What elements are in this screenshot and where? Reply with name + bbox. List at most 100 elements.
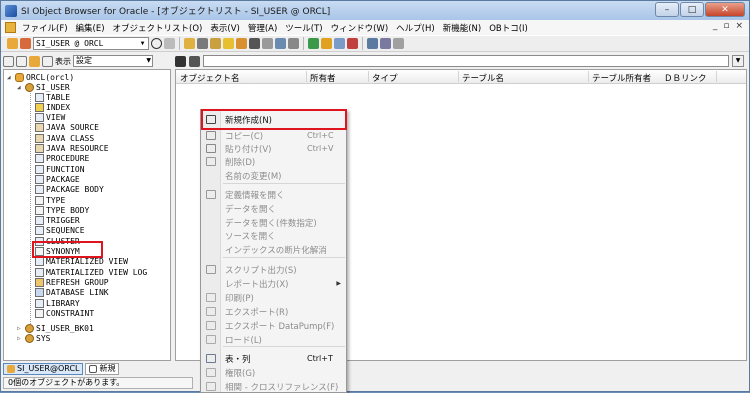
- stop-icon[interactable]: [164, 38, 175, 49]
- column-divider[interactable]: [458, 71, 459, 82]
- tree-item[interactable]: FUNCTION: [35, 164, 85, 174]
- tab-new[interactable]: 新規: [85, 362, 120, 375]
- tree-item[interactable]: LIBRARY: [35, 298, 80, 308]
- context-menu-item[interactable]: レポート出力(X) ▶: [201, 277, 347, 290]
- connection-select[interactable]: SI_USER @ ORCL ▼: [33, 37, 149, 50]
- tree-item[interactable]: JAVA SOURCE: [35, 123, 99, 133]
- connect-icon[interactable]: [7, 38, 18, 49]
- mdi-restore-button[interactable]: ▫: [723, 21, 729, 31]
- menu-help[interactable]: ヘルプ(H): [392, 22, 439, 34]
- context-menu-item[interactable]: 貼り付け(V) Ctrl+V: [201, 142, 347, 155]
- column-table-owner[interactable]: テーブル所有者: [592, 72, 651, 84]
- context-menu-item[interactable]: 表・列 Ctrl+T: [201, 352, 347, 365]
- context-menu-item[interactable]: ロード(L): [201, 333, 347, 346]
- tab-connection[interactable]: SI_USER@ORCL: [3, 362, 84, 375]
- binoculars-icon[interactable]: [175, 55, 186, 67]
- search-input[interactable]: [203, 55, 729, 67]
- search-icon[interactable]: [367, 38, 378, 49]
- refresh-icon[interactable]: [151, 38, 162, 49]
- close-button[interactable]: ✕: [705, 2, 745, 17]
- context-menu-item[interactable]: 定義情報を開く: [201, 188, 347, 201]
- tree-item[interactable]: PROCEDURE: [35, 154, 89, 164]
- tree-item[interactable]: PACKAGE BODY: [35, 185, 104, 195]
- view-select[interactable]: 設定 ▼: [73, 55, 153, 67]
- menu-window[interactable]: ウィンドウ(W): [327, 22, 393, 34]
- collapse-icon[interactable]: ◢: [17, 84, 25, 91]
- menu-new-features[interactable]: 新機能(N): [439, 22, 486, 34]
- menu-object-list[interactable]: オブジェクトリスト(O): [109, 22, 207, 34]
- tree-item[interactable]: JAVA RESOURCE: [35, 144, 109, 154]
- grid-icon[interactable]: [42, 55, 53, 67]
- context-menu-item[interactable]: エクスポート(R): [201, 305, 347, 318]
- compare-icon[interactable]: [334, 38, 345, 49]
- context-menu-item[interactable]: 名前の変更(M): [201, 169, 347, 182]
- column-object-name[interactable]: オブジェクト名: [180, 72, 240, 84]
- context-menu-item[interactable]: データを開く: [201, 202, 347, 215]
- chart-icon[interactable]: [308, 38, 319, 49]
- tree-item[interactable]: TRIGGER: [35, 216, 80, 226]
- menu-file[interactable]: ファイル(F): [18, 22, 72, 34]
- tablespace-icon[interactable]: [210, 38, 221, 49]
- tree-item[interactable]: TYPE BODY: [35, 205, 89, 215]
- tree-item[interactable]: CONSTRAINT: [35, 308, 94, 318]
- tree-item[interactable]: MATERIALIZED VIEW: [35, 257, 128, 267]
- role-icon[interactable]: [236, 38, 247, 49]
- expand-icon[interactable]: ▷: [17, 335, 25, 342]
- context-menu-item[interactable]: 権限(G): [201, 366, 347, 379]
- tree-user-other[interactable]: ▷ SYS: [17, 333, 50, 343]
- export-icon[interactable]: [288, 38, 299, 49]
- menu-manage[interactable]: 管理(A): [244, 22, 281, 34]
- column-table-name[interactable]: テーブル名: [462, 72, 504, 84]
- column-divider[interactable]: [588, 71, 589, 82]
- menu-edit[interactable]: 編集(E): [72, 22, 109, 34]
- report-icon[interactable]: [321, 38, 332, 49]
- user-icon[interactable]: [184, 38, 195, 49]
- expand-icon[interactable]: ▷: [17, 325, 25, 332]
- context-menu-item[interactable]: 相関 - クロスリファレンス(F): [201, 380, 347, 393]
- tree-item[interactable]: PACKAGE: [35, 174, 80, 184]
- monitor-icon[interactable]: [262, 38, 273, 49]
- menu-view[interactable]: 表示(V): [206, 22, 243, 34]
- tree-root[interactable]: ◢ ORCL(orcl): [7, 72, 74, 82]
- column-owner[interactable]: 所有者: [310, 72, 336, 84]
- context-menu-item[interactable]: データを開く(件数指定): [201, 216, 347, 229]
- session-icon[interactable]: [249, 38, 260, 49]
- tree-item[interactable]: TABLE: [35, 92, 70, 102]
- context-menu-item[interactable]: 削除(D): [201, 155, 347, 168]
- tree-item[interactable]: INDEX: [35, 102, 70, 112]
- context-menu-item[interactable]: ソースを開く: [201, 229, 347, 242]
- database-icon[interactable]: [197, 38, 208, 49]
- menu-tools[interactable]: ツール(T): [281, 22, 326, 34]
- context-menu-item[interactable]: エクスポート DataPump(F): [201, 319, 347, 332]
- context-menu-item[interactable]: スクリプト出力(S): [201, 263, 347, 276]
- column-divider[interactable]: [306, 71, 307, 82]
- tree-item[interactable]: DATABASE LINK: [35, 288, 109, 298]
- context-menu-item[interactable]: 印刷(P): [201, 291, 347, 304]
- object-filter-icon[interactable]: [29, 55, 40, 67]
- lock-icon[interactable]: [223, 38, 234, 49]
- tree-item[interactable]: TYPE: [35, 195, 65, 205]
- sql-icon[interactable]: [275, 38, 286, 49]
- search-dropdown-button[interactable]: ▼: [732, 55, 744, 67]
- column-divider[interactable]: [368, 71, 369, 82]
- tree-item[interactable]: MATERIALIZED VIEW LOG: [35, 267, 147, 277]
- tree-user[interactable]: ◢ SI_USER: [17, 82, 70, 92]
- column-type[interactable]: タイプ: [372, 72, 398, 84]
- tree-user-other[interactable]: ▷ SI_USER_BK01: [17, 323, 94, 333]
- window-icon[interactable]: [380, 38, 391, 49]
- menu-ob-toko[interactable]: OBトコ(I): [485, 22, 532, 34]
- collapse-icon[interactable]: ◢: [7, 74, 15, 81]
- context-menu-item[interactable]: コピー(C) Ctrl+C: [201, 129, 347, 142]
- tool-icon[interactable]: [347, 38, 358, 49]
- tree-item[interactable]: VIEW: [35, 113, 65, 123]
- binoculars-next-icon[interactable]: [189, 55, 200, 67]
- maximize-button[interactable]: □: [680, 2, 704, 17]
- mdi-minimize-button[interactable]: _: [713, 21, 718, 31]
- disconnect-icon[interactable]: [20, 38, 31, 49]
- column-db-link[interactable]: ＤＢリンク: [664, 72, 707, 84]
- list-view-icon[interactable]: [16, 55, 27, 67]
- column-divider[interactable]: [716, 71, 717, 82]
- minimize-button[interactable]: –: [655, 2, 679, 17]
- mdi-close-button[interactable]: ×: [735, 21, 743, 31]
- settings-icon[interactable]: [393, 38, 404, 49]
